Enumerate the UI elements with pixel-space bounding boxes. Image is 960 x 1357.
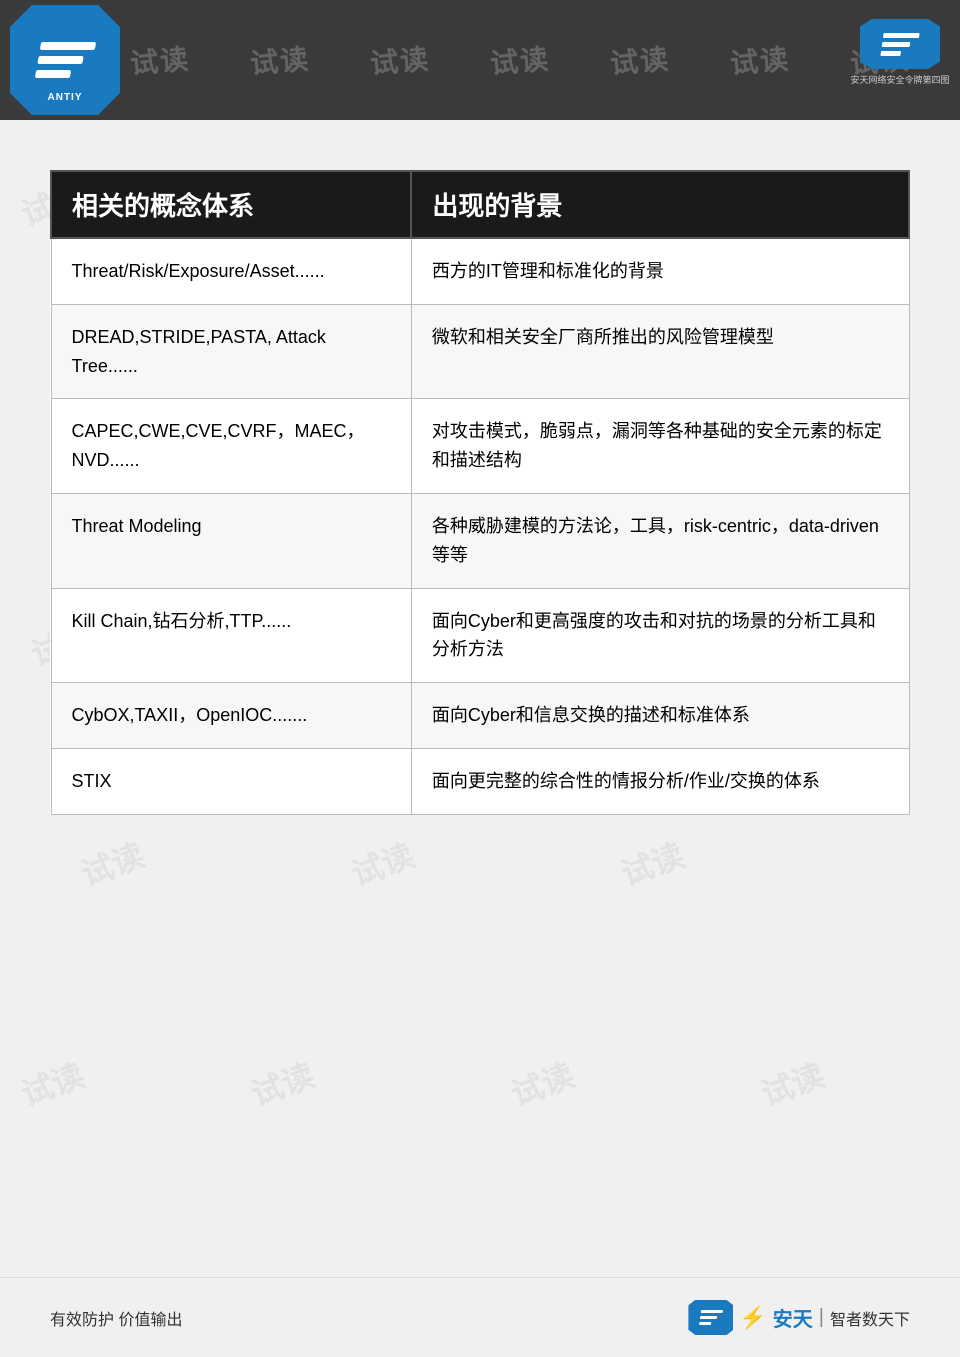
watermark-5: 试读 bbox=[608, 37, 671, 82]
footer-antiy-logo-icon bbox=[688, 1300, 733, 1335]
watermark-3: 试读 bbox=[368, 37, 431, 82]
table-cell-left: STIX bbox=[51, 748, 411, 814]
logo-line-2 bbox=[37, 56, 83, 64]
main-content: 相关的概念体系 出现的背景 Threat/Risk/Exposure/Asset… bbox=[0, 120, 960, 855]
table-cell-left: DREAD,STRIDE,PASTA, Attack Tree...... bbox=[51, 304, 411, 399]
logo-text: ANTIY bbox=[48, 92, 83, 103]
table-row: CAPEC,CWE,CVE,CVRF，MAEC，NVD......对攻击模式，脆… bbox=[51, 399, 909, 494]
antiy-logo-top-lines bbox=[880, 33, 919, 56]
footer-logo-line-2 bbox=[700, 1316, 717, 1319]
table-cell-right: 微软和相关安全厂商所推出的风险管理模型 bbox=[411, 304, 909, 399]
col1-header: 相关的概念体系 bbox=[51, 171, 411, 238]
body-wm-19: 试读 bbox=[504, 1050, 580, 1115]
table-row: CybOX,TAXII，OpenIOC.......面向Cyber和信息交换的描… bbox=[51, 683, 909, 749]
logo-line-3 bbox=[34, 70, 70, 78]
table-cell-left: CybOX,TAXII，OpenIOC....... bbox=[51, 683, 411, 749]
watermark-2: 试读 bbox=[248, 37, 311, 82]
footer: 有效防护 价值输出 ⚡ 安天 | 智者数天下 bbox=[0, 1277, 960, 1357]
body-wm-20: 试读 bbox=[754, 1050, 830, 1115]
lightning-icon: ⚡ bbox=[739, 1305, 766, 1331]
footer-brand-sub: 智者数天下 bbox=[830, 1306, 910, 1330]
watermark-4: 试读 bbox=[488, 37, 551, 82]
antiy-logo-line-2 bbox=[882, 42, 911, 47]
antiy-logo-line-3 bbox=[880, 51, 901, 56]
table-header-row: 相关的概念体系 出现的背景 bbox=[51, 171, 909, 238]
table-cell-right: 面向更完整的综合性的情报分析/作业/交换的体系 bbox=[411, 748, 909, 814]
footer-logo-line-3 bbox=[699, 1322, 711, 1325]
footer-logo-lines bbox=[699, 1310, 723, 1325]
table-cell-right: 面向Cyber和更高强度的攻击和对抗的场景的分析工具和分析方法 bbox=[411, 588, 909, 683]
footer-brand-separator: | bbox=[819, 1306, 824, 1329]
table-row: Kill Chain,钻石分析,TTP......面向Cyber和更高强度的攻击… bbox=[51, 588, 909, 683]
logo-line-1 bbox=[39, 42, 95, 50]
antiy-logo-top bbox=[860, 19, 940, 69]
body-wm-17: 试读 bbox=[14, 1050, 90, 1115]
watermark-6: 试读 bbox=[728, 37, 791, 82]
table-row: Threat/Risk/Exposure/Asset......西方的IT管理和… bbox=[51, 238, 909, 304]
footer-brand: ⚡ 安天 | 智者数天下 bbox=[688, 1300, 910, 1335]
table-cell-right: 面向Cyber和信息交换的描述和标准体系 bbox=[411, 683, 909, 749]
watermark-1: 试读 bbox=[128, 37, 191, 82]
table-row: DREAD,STRIDE,PASTA, Attack Tree......微软和… bbox=[51, 304, 909, 399]
header-logo: ANTIY bbox=[10, 5, 120, 115]
footer-tagline: 有效防护 价值输出 bbox=[50, 1306, 182, 1330]
table-cell-right: 西方的IT管理和标准化的背景 bbox=[411, 238, 909, 304]
antiy-tagline: 安天网络安全令牌第四图 bbox=[850, 73, 949, 86]
header: ANTIY 试读 试读 试读 试读 试读 试读 试读 安天网络安全令牌第四图 bbox=[0, 0, 960, 120]
table-row: STIX面向更完整的综合性的情报分析/作业/交换的体系 bbox=[51, 748, 909, 814]
table-cell-left: Kill Chain,钻石分析,TTP...... bbox=[51, 588, 411, 683]
table-row: Threat Modeling各种威胁建模的方法论，工具，risk-centri… bbox=[51, 493, 909, 588]
footer-logo-line-1 bbox=[701, 1310, 723, 1313]
main-table: 相关的概念体系 出现的背景 Threat/Risk/Exposure/Asset… bbox=[50, 170, 910, 815]
col2-header: 出现的背景 bbox=[411, 171, 909, 238]
table-cell-left: Threat/Risk/Exposure/Asset...... bbox=[51, 238, 411, 304]
body-wm-18: 试读 bbox=[244, 1050, 320, 1115]
antiy-logo-line-1 bbox=[883, 33, 920, 38]
table-cell-left: CAPEC,CWE,CVE,CVRF，MAEC，NVD...... bbox=[51, 399, 411, 494]
footer-brand-name: 安天 bbox=[773, 1303, 813, 1332]
header-watermarks: 试读 试读 试读 试读 试读 试读 试读 bbox=[0, 0, 960, 120]
header-right-logo: 安天网络安全令牌第四图 bbox=[850, 10, 950, 95]
table-cell-left: Threat Modeling bbox=[51, 493, 411, 588]
logo-lines bbox=[34, 42, 95, 78]
table-cell-right: 各种威胁建模的方法论，工具，risk-centric，data-driven等等 bbox=[411, 493, 909, 588]
table-cell-right: 对攻击模式，脆弱点，漏洞等各种基础的安全元素的标定和描述结构 bbox=[411, 399, 909, 494]
